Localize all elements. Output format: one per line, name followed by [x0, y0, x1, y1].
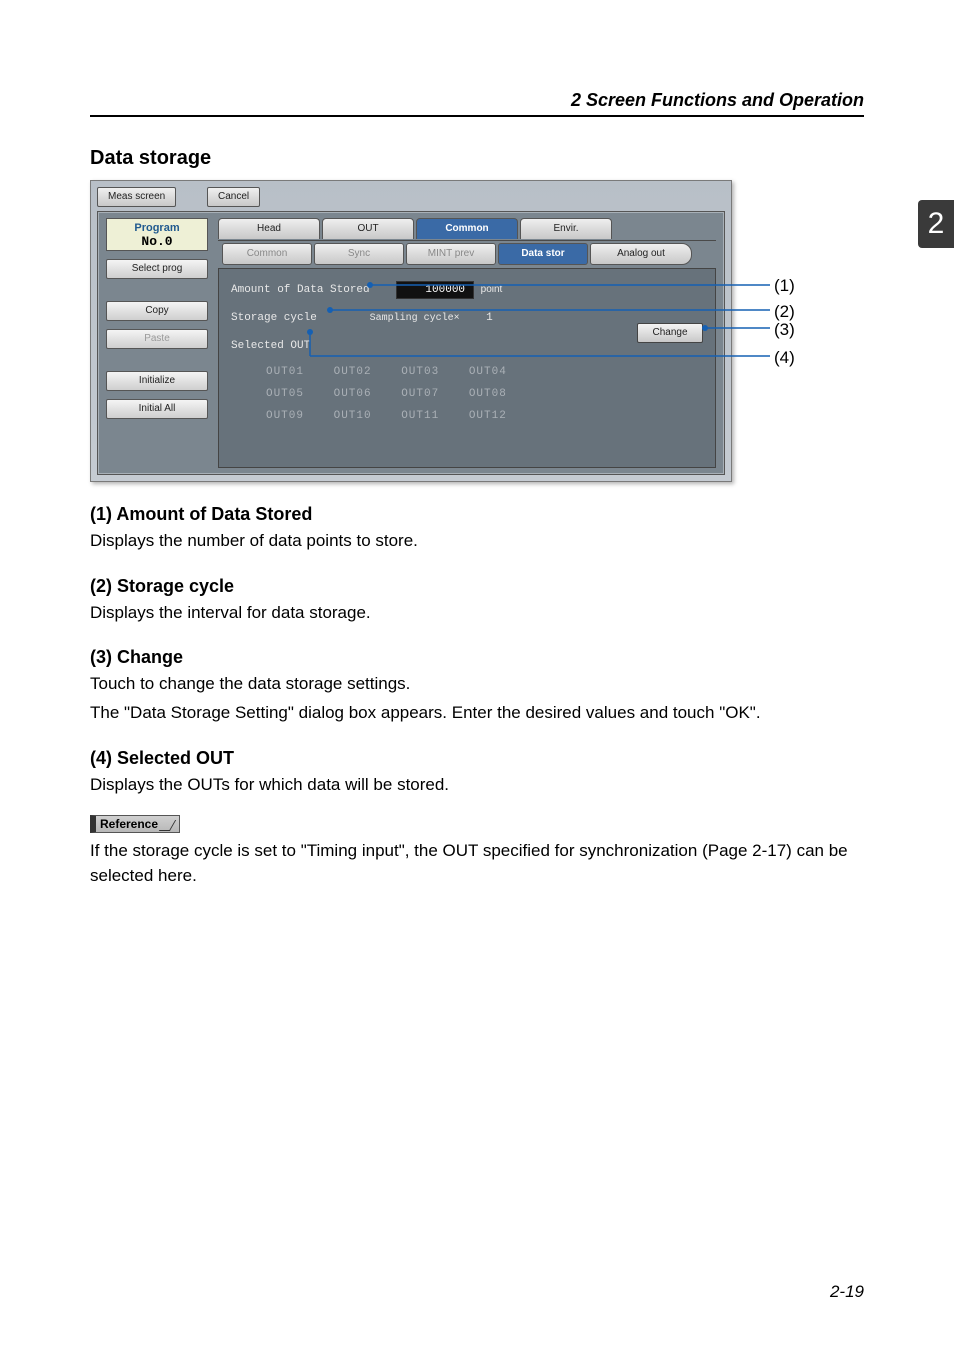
subtab-data-stor[interactable]: Data stor — [498, 243, 588, 265]
callout-3: (3) — [774, 320, 795, 340]
left-column: Program No.0 Select prog Copy Paste Init… — [106, 218, 208, 419]
main-area: Head OUT Common Envir. Common Sync MINT … — [218, 218, 716, 468]
select-prog-button[interactable]: Select prog — [106, 259, 208, 279]
out03: OUT03 — [390, 361, 450, 383]
out08: OUT08 — [458, 383, 518, 405]
subtab-mint-prev[interactable]: MINT prev — [406, 243, 496, 265]
program-number: No.0 — [107, 234, 207, 249]
heading-2: (2) Storage cycle — [90, 576, 864, 597]
program-box: Program No.0 — [106, 218, 208, 251]
inner-panel: Program No.0 Select prog Copy Paste Init… — [97, 211, 725, 475]
out-row: OUT01 OUT02 OUT03 OUT04 — [255, 361, 703, 383]
change-button[interactable]: Change — [637, 323, 703, 343]
out05: OUT05 — [255, 383, 315, 405]
sampling-label: Sampling cycle× — [370, 313, 460, 324]
heading-3: (3) Change — [90, 647, 864, 668]
out07: OUT07 — [390, 383, 450, 405]
reference-text: If the storage cycle is set to "Timing i… — [90, 839, 864, 888]
page-header: 2 Screen Functions and Operation — [90, 90, 864, 117]
copy-button[interactable]: Copy — [106, 301, 208, 321]
subtab-analog-out[interactable]: Analog out — [590, 243, 692, 265]
out11: OUT11 — [390, 405, 450, 427]
out-row: OUT09 OUT10 OUT11 OUT12 — [255, 405, 703, 427]
initialize-button[interactable]: Initialize — [106, 371, 208, 391]
out10: OUT10 — [323, 405, 383, 427]
page-number: 2-19 — [830, 1282, 864, 1302]
storage-label: Storage cycle — [231, 312, 317, 324]
content-pane: Amount of Data Stored 100000 point Stora… — [218, 268, 716, 468]
tab-common[interactable]: Common — [416, 218, 518, 239]
out04: OUT04 — [458, 361, 518, 383]
storage-row: Storage cycle Sampling cycle× 1 — [231, 307, 703, 329]
out01: OUT01 — [255, 361, 315, 383]
out06: OUT06 — [323, 383, 383, 405]
callouts: (1) (2) (3) (4) — [730, 180, 810, 480]
para-2: Displays the interval for data storage. — [90, 601, 864, 626]
callout-4: (4) — [774, 348, 795, 368]
callout-2: (2) — [774, 302, 795, 322]
program-label: Program — [107, 222, 207, 234]
reference-badge: Reference — [90, 815, 180, 833]
tab-envir[interactable]: Envir. — [520, 218, 612, 239]
screenshot-wrapper: Meas screen Cancel Program No.0 Select p… — [90, 180, 790, 482]
amount-unit: point — [481, 284, 503, 295]
amount-value: 100000 — [396, 281, 474, 299]
sampling-value: 1 — [486, 312, 493, 324]
amount-label: Amount of Data Stored — [231, 284, 370, 296]
para-4: Displays the OUTs for which data will be… — [90, 773, 864, 798]
sub-tab-row: Common Sync MINT prev Data stor Analog o… — [218, 240, 716, 263]
heading-4: (4) Selected OUT — [90, 748, 864, 769]
out02: OUT02 — [323, 361, 383, 383]
paste-button[interactable]: Paste — [106, 329, 208, 349]
top-tab-row: Head OUT Common Envir. — [218, 218, 716, 240]
para-3a: Touch to change the data storage setting… — [90, 672, 864, 697]
heading-1: (1) Amount of Data Stored — [90, 504, 864, 525]
section-title: Data storage — [90, 147, 864, 170]
subtab-sync[interactable]: Sync — [314, 243, 404, 265]
initial-all-button[interactable]: Initial All — [106, 399, 208, 419]
selected-row: Selected OUT — [231, 335, 703, 357]
screenshot: Meas screen Cancel Program No.0 Select p… — [90, 180, 732, 482]
amount-row: Amount of Data Stored 100000 point — [231, 279, 703, 301]
para-3b: The "Data Storage Setting" dialog box ap… — [90, 701, 864, 726]
tab-head[interactable]: Head — [218, 218, 320, 239]
out12: OUT12 — [458, 405, 518, 427]
tab-out[interactable]: OUT — [322, 218, 414, 239]
subtab-common[interactable]: Common — [222, 243, 312, 265]
callout-lines — [730, 180, 810, 480]
callout-1: (1) — [774, 276, 795, 296]
out-grid: OUT01 OUT02 OUT03 OUT04 OUT05 OUT06 OUT0… — [255, 361, 703, 427]
meas-screen-button[interactable]: Meas screen — [97, 187, 176, 207]
selected-label: Selected OUT — [231, 340, 310, 352]
cancel-button[interactable]: Cancel — [207, 187, 260, 207]
out09: OUT09 — [255, 405, 315, 427]
para-1: Displays the number of data points to st… — [90, 529, 864, 554]
chapter-tab: 2 — [918, 200, 954, 248]
out-row: OUT05 OUT06 OUT07 OUT08 — [255, 383, 703, 405]
